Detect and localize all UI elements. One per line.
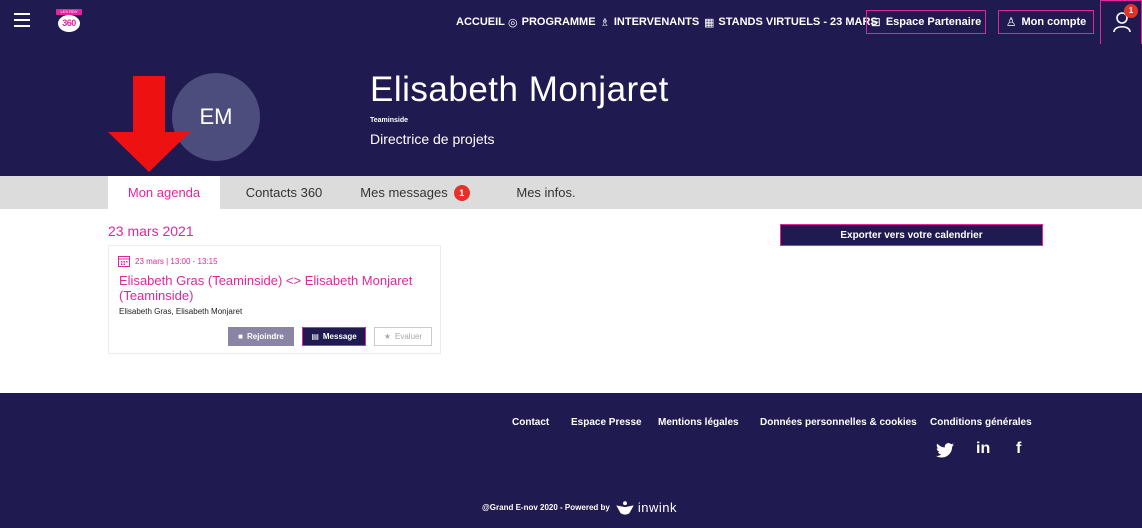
menu-icon[interactable] bbox=[14, 13, 30, 27]
linkedin-icon[interactable]: in bbox=[976, 440, 990, 458]
partner-icon: ⊟ bbox=[870, 15, 881, 29]
user-icon: ♙ bbox=[1005, 15, 1017, 29]
tab-mes-messages[interactable]: Mes messages 1 bbox=[350, 176, 480, 209]
join-button[interactable]: ■ Rejoindre bbox=[228, 327, 294, 346]
stand-icon: ▦ bbox=[704, 16, 715, 29]
footer-link-terms[interactable]: Conditions générales bbox=[930, 417, 1032, 428]
tab-contacts-360[interactable]: Contacts 360 bbox=[230, 176, 338, 209]
footer: Contact Espace Presse Mentions légales D… bbox=[0, 393, 1142, 528]
calendar-icon bbox=[118, 256, 130, 267]
agenda-date-heading: 23 mars 2021 bbox=[108, 223, 194, 239]
notification-badge: 1 bbox=[1124, 4, 1138, 18]
inwink-brand[interactable]: inwink bbox=[638, 500, 677, 515]
profile-hero: EM Elisabeth Monjaret Teaminside Directr… bbox=[0, 44, 1142, 176]
messages-badge: 1 bbox=[453, 184, 470, 201]
footer-link-press[interactable]: Espace Presse bbox=[571, 417, 642, 428]
powered-by: @Grand E-nov 2020 - Powered by inwink bbox=[482, 500, 677, 515]
target-icon: ◎ bbox=[508, 16, 518, 29]
top-navigation-bar: LES RDV 360 ACCUEIL ◎ PROGRAMME ♗ INTERVEN… bbox=[0, 0, 1142, 44]
event-participants: Elisabeth Gras, Elisabeth Monjaret bbox=[119, 307, 243, 316]
agenda-event-card: 23 mars | 13:00 - 13:15 Elisabeth Gras (… bbox=[108, 245, 441, 354]
speaker-icon: ♗ bbox=[600, 16, 610, 29]
nav-stands-virtuels[interactable]: ▦ STANDS VIRTUELS - 23 MARS bbox=[704, 0, 878, 44]
profile-job-title: Directrice de projets bbox=[370, 131, 495, 147]
partner-space-button[interactable]: ⊟ Espace Partenaire bbox=[866, 10, 986, 34]
event-logo[interactable]: LES RDV 360 bbox=[52, 9, 86, 33]
profile-company: Teaminside bbox=[370, 117, 408, 124]
evaluate-button[interactable]: ★ Evaluer bbox=[374, 327, 432, 346]
profile-tabs: Mon agenda Contacts 360 Mes messages 1 Me… bbox=[0, 176, 1142, 209]
user-profile-button[interactable]: 1 bbox=[1100, 0, 1142, 46]
message-button[interactable]: ▤ Message bbox=[302, 327, 366, 346]
nav-accueil[interactable]: ACCUEIL bbox=[456, 0, 505, 44]
facebook-icon[interactable]: f bbox=[1016, 440, 1021, 458]
profile-name: Elisabeth Monjaret bbox=[370, 70, 669, 109]
footer-link-legal[interactable]: Mentions légales bbox=[658, 417, 739, 428]
event-time: 23 mars | 13:00 - 13:15 bbox=[135, 257, 218, 266]
star-icon: ★ bbox=[383, 332, 392, 341]
nav-programme[interactable]: ◎ PROGRAMME bbox=[508, 0, 596, 44]
tab-mes-infos[interactable]: Mes infos. bbox=[504, 176, 588, 209]
inwink-logo-icon bbox=[616, 500, 634, 515]
chat-icon: ▤ bbox=[311, 332, 319, 341]
footer-link-privacy[interactable]: Données personnelles & cookies bbox=[760, 417, 917, 428]
arrow-down-annotation bbox=[108, 76, 190, 172]
nav-intervenants[interactable]: ♗ INTERVENANTS bbox=[600, 0, 699, 44]
video-camera-icon: ■ bbox=[238, 332, 243, 341]
twitter-icon[interactable] bbox=[936, 443, 954, 458]
footer-link-contact[interactable]: Contact bbox=[512, 417, 549, 428]
event-title[interactable]: Elisabeth Gras (Teaminside) <> Elisabeth… bbox=[119, 273, 439, 303]
export-calendar-button[interactable]: Exporter vers votre calendrier bbox=[780, 224, 1043, 246]
tab-mon-agenda[interactable]: Mon agenda bbox=[108, 176, 220, 209]
my-account-button[interactable]: ♙ Mon compte bbox=[998, 10, 1094, 34]
